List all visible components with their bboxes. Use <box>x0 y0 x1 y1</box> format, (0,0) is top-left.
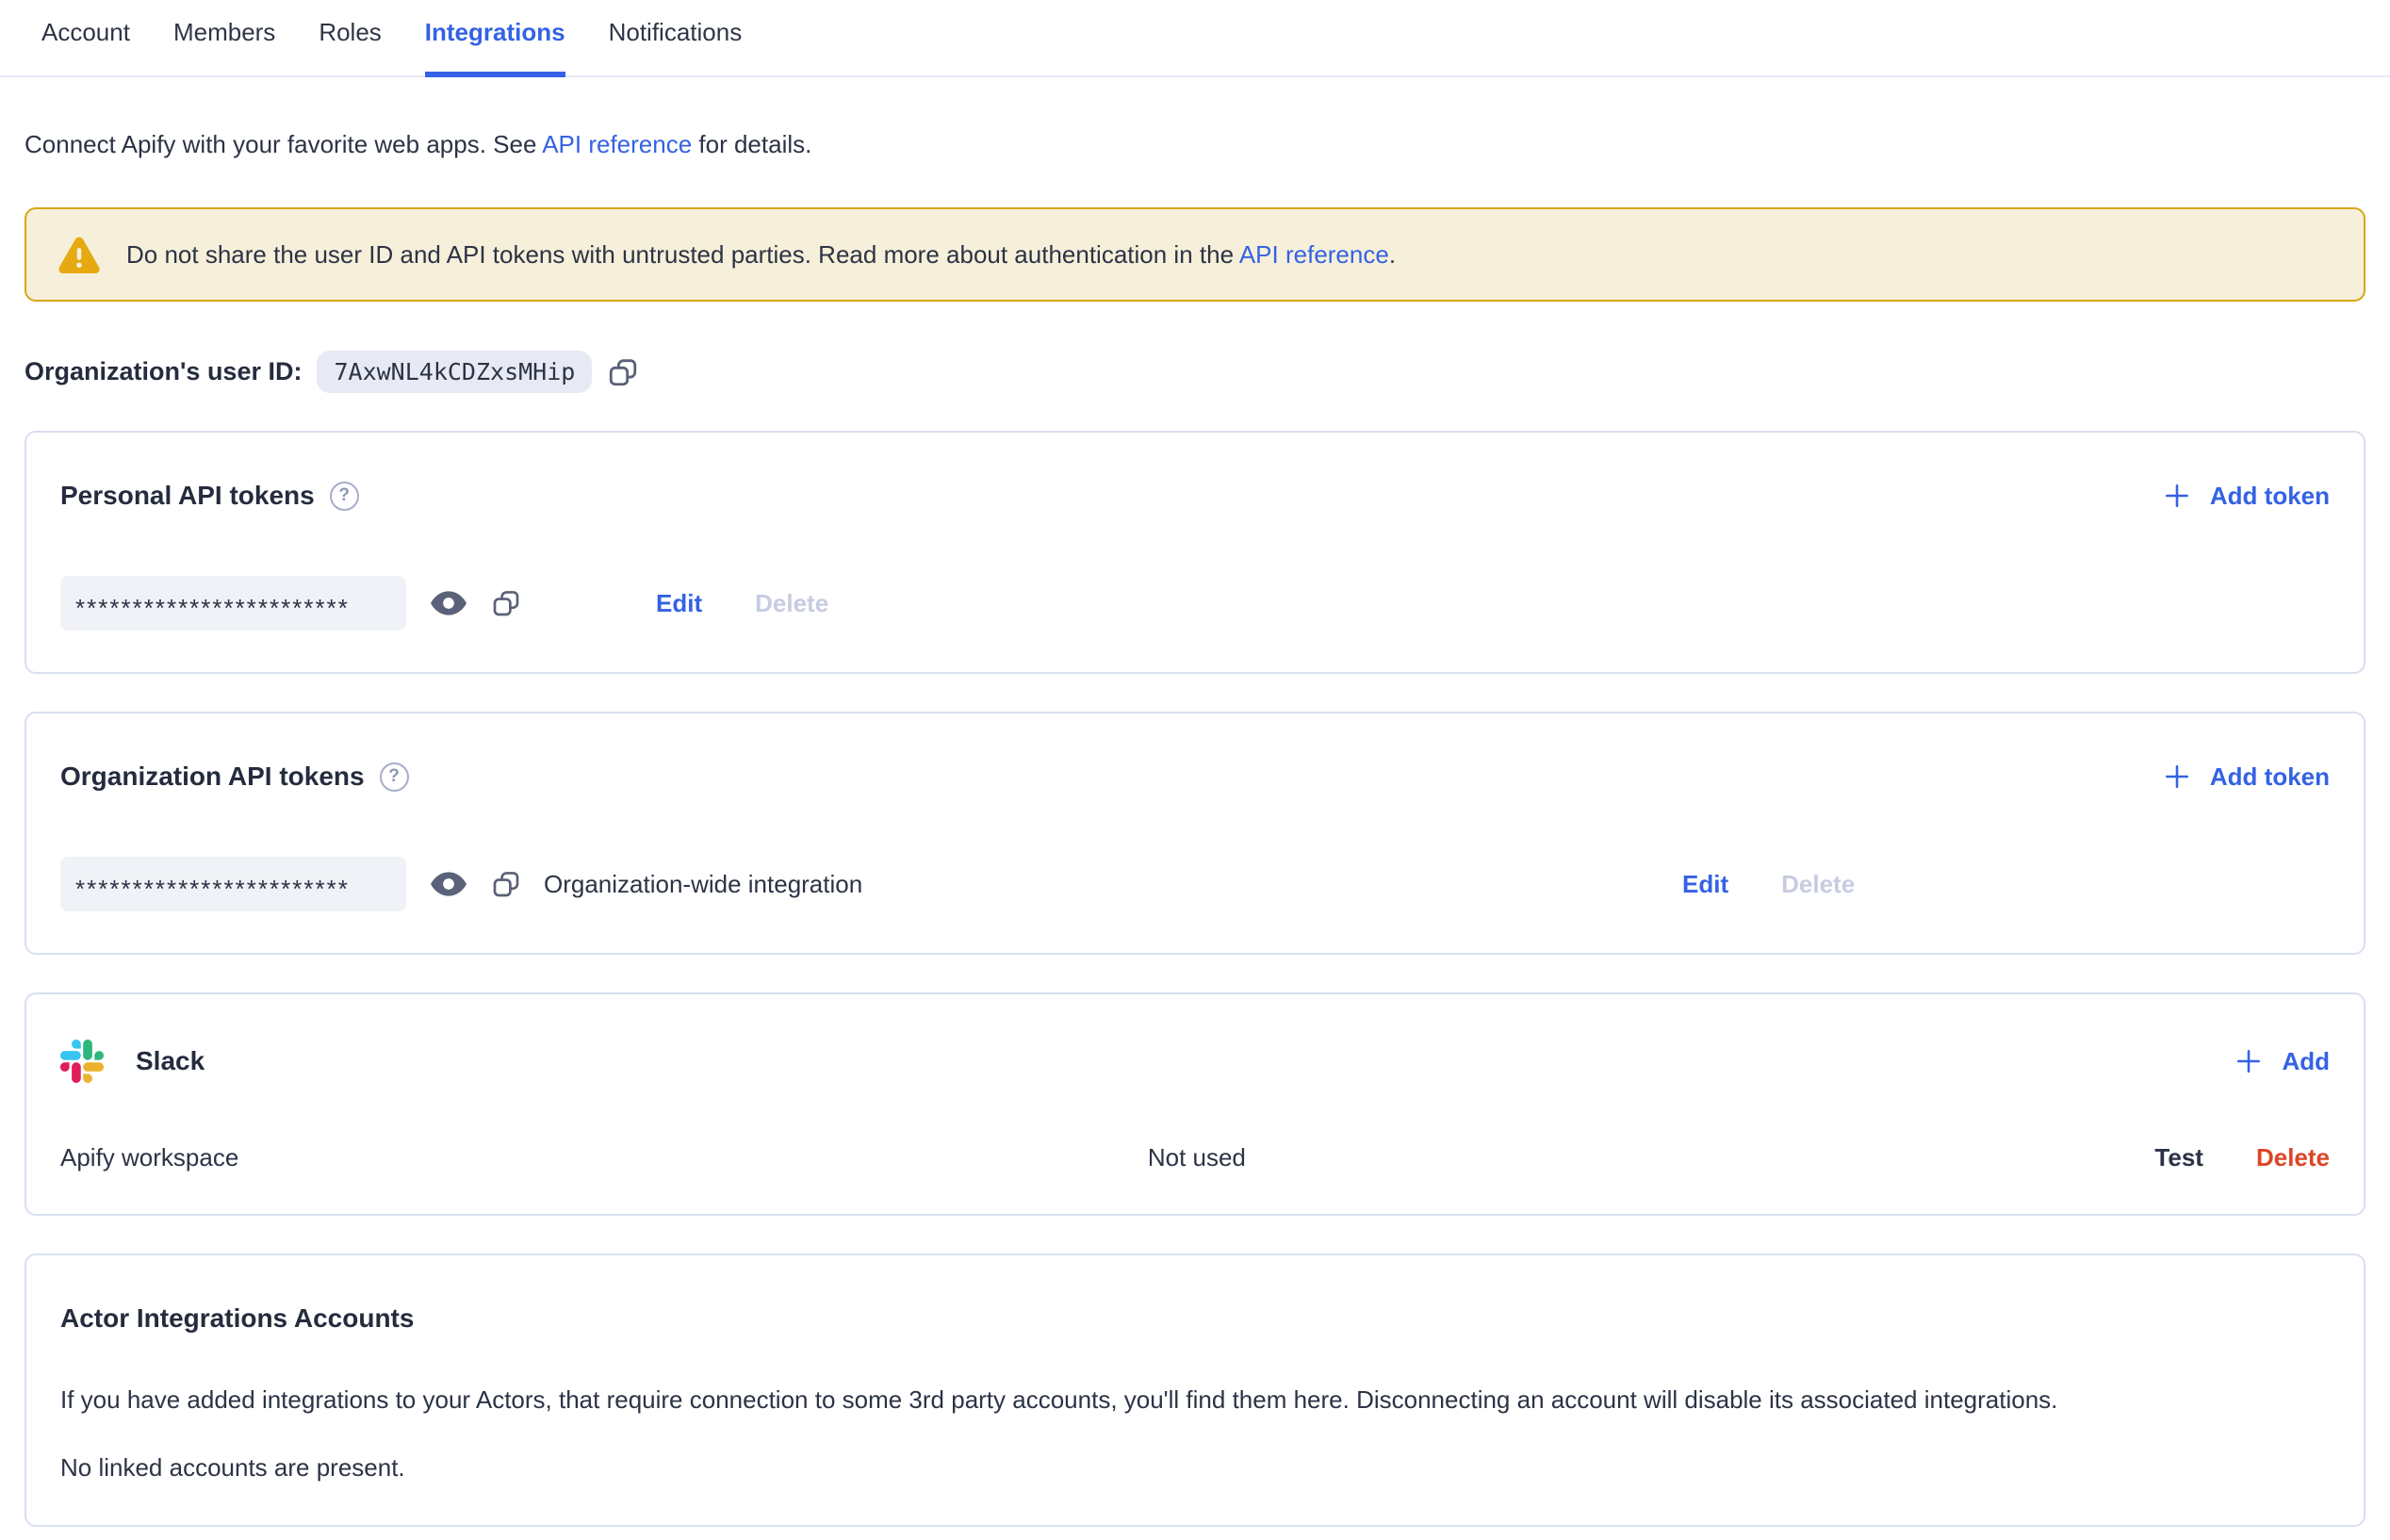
actor-integrations-title: Actor Integrations Accounts <box>60 1301 2330 1336</box>
warning-icon <box>58 236 100 273</box>
warning-before: Do not share the user ID and API tokens … <box>126 240 1239 269</box>
add-token-label: Add token <box>2210 482 2330 511</box>
copy-icon[interactable] <box>607 356 639 388</box>
no-linked-accounts-text: No linked accounts are present. <box>60 1451 2330 1483</box>
copy-icon[interactable] <box>491 869 521 899</box>
plus-icon <box>2234 1047 2263 1075</box>
tab-members[interactable]: Members <box>173 15 275 77</box>
user-id-row: Organization's user ID: 7AxwNL4kCDZxsMHi… <box>25 351 2365 393</box>
org-token-row: ************************ Organization-wi… <box>60 857 2330 911</box>
add-slack-button[interactable]: Add <box>2234 1047 2330 1076</box>
settings-tabs: Account Members Roles Integrations Notif… <box>0 0 2390 77</box>
help-icon[interactable]: ? <box>380 762 409 792</box>
token-mask-field: ************************ <box>60 857 406 911</box>
eye-icon[interactable] <box>431 591 467 615</box>
token-description: Organization-wide integration <box>544 870 862 899</box>
tab-account[interactable]: Account <box>41 15 130 77</box>
personal-tokens-title: Personal API tokens <box>60 478 315 514</box>
token-mask-text: ************************ <box>75 594 350 623</box>
warning-after: . <box>1389 240 1396 269</box>
warning-banner: Do not share the user ID and API tokens … <box>25 207 2365 302</box>
add-slack-label: Add <box>2282 1047 2330 1076</box>
api-reference-link[interactable]: API reference <box>542 130 692 158</box>
add-token-button[interactable]: Add token <box>2163 762 2330 792</box>
actor-integrations-description: If you have added integrations to your A… <box>60 1384 2330 1416</box>
personal-tokens-card: Personal API tokens ? Add token ********… <box>25 431 2365 674</box>
org-tokens-card: Organization API tokens ? Add token ****… <box>25 712 2365 955</box>
edit-token-link[interactable]: Edit <box>656 589 702 618</box>
add-token-button[interactable]: Add token <box>2163 482 2330 511</box>
workspace-name: Apify workspace <box>60 1143 238 1172</box>
add-token-label: Add token <box>2210 762 2330 792</box>
intro-text: Connect Apify with your favorite web app… <box>25 128 2365 160</box>
edit-token-link[interactable]: Edit <box>1682 870 1728 899</box>
plus-icon <box>2163 762 2191 791</box>
intro-after: for details. <box>692 130 811 158</box>
tab-roles[interactable]: Roles <box>319 15 381 77</box>
delete-slack-link[interactable]: Delete <box>2256 1143 2330 1172</box>
workspace-status: Not used <box>1148 1143 1246 1172</box>
api-reference-link[interactable]: API reference <box>1239 240 1389 269</box>
user-id-value: 7AxwNL4kCDZxsMHip <box>317 351 592 393</box>
plus-icon <box>2163 482 2191 510</box>
warning-text: Do not share the user ID and API tokens … <box>126 236 1396 273</box>
help-icon[interactable]: ? <box>330 482 359 511</box>
personal-token-row: ************************ Edit Delete <box>60 576 2330 631</box>
slack-title: Slack <box>136 1043 205 1079</box>
copy-icon[interactable] <box>491 588 521 618</box>
tab-integrations[interactable]: Integrations <box>425 15 565 77</box>
token-mask-field: ************************ <box>60 576 406 631</box>
token-mask-text: ************************ <box>75 875 350 904</box>
tab-notifications[interactable]: Notifications <box>609 15 743 77</box>
delete-token-link[interactable]: Delete <box>1781 870 1855 899</box>
org-tokens-title: Organization API tokens <box>60 759 365 795</box>
slack-card: Slack Add Apify workspace Not used Test … <box>25 992 2365 1216</box>
eye-icon[interactable] <box>431 872 467 896</box>
delete-token-link[interactable]: Delete <box>755 589 828 618</box>
test-slack-link[interactable]: Test <box>2154 1143 2203 1172</box>
slack-icon <box>60 1040 104 1083</box>
intro-before: Connect Apify with your favorite web app… <box>25 130 542 158</box>
actor-integrations-card: Actor Integrations Accounts If you have … <box>25 1253 2365 1527</box>
user-id-label: Organization's user ID: <box>25 357 302 386</box>
slack-workspace-row: Apify workspace Not used Test Delete <box>60 1143 2330 1172</box>
